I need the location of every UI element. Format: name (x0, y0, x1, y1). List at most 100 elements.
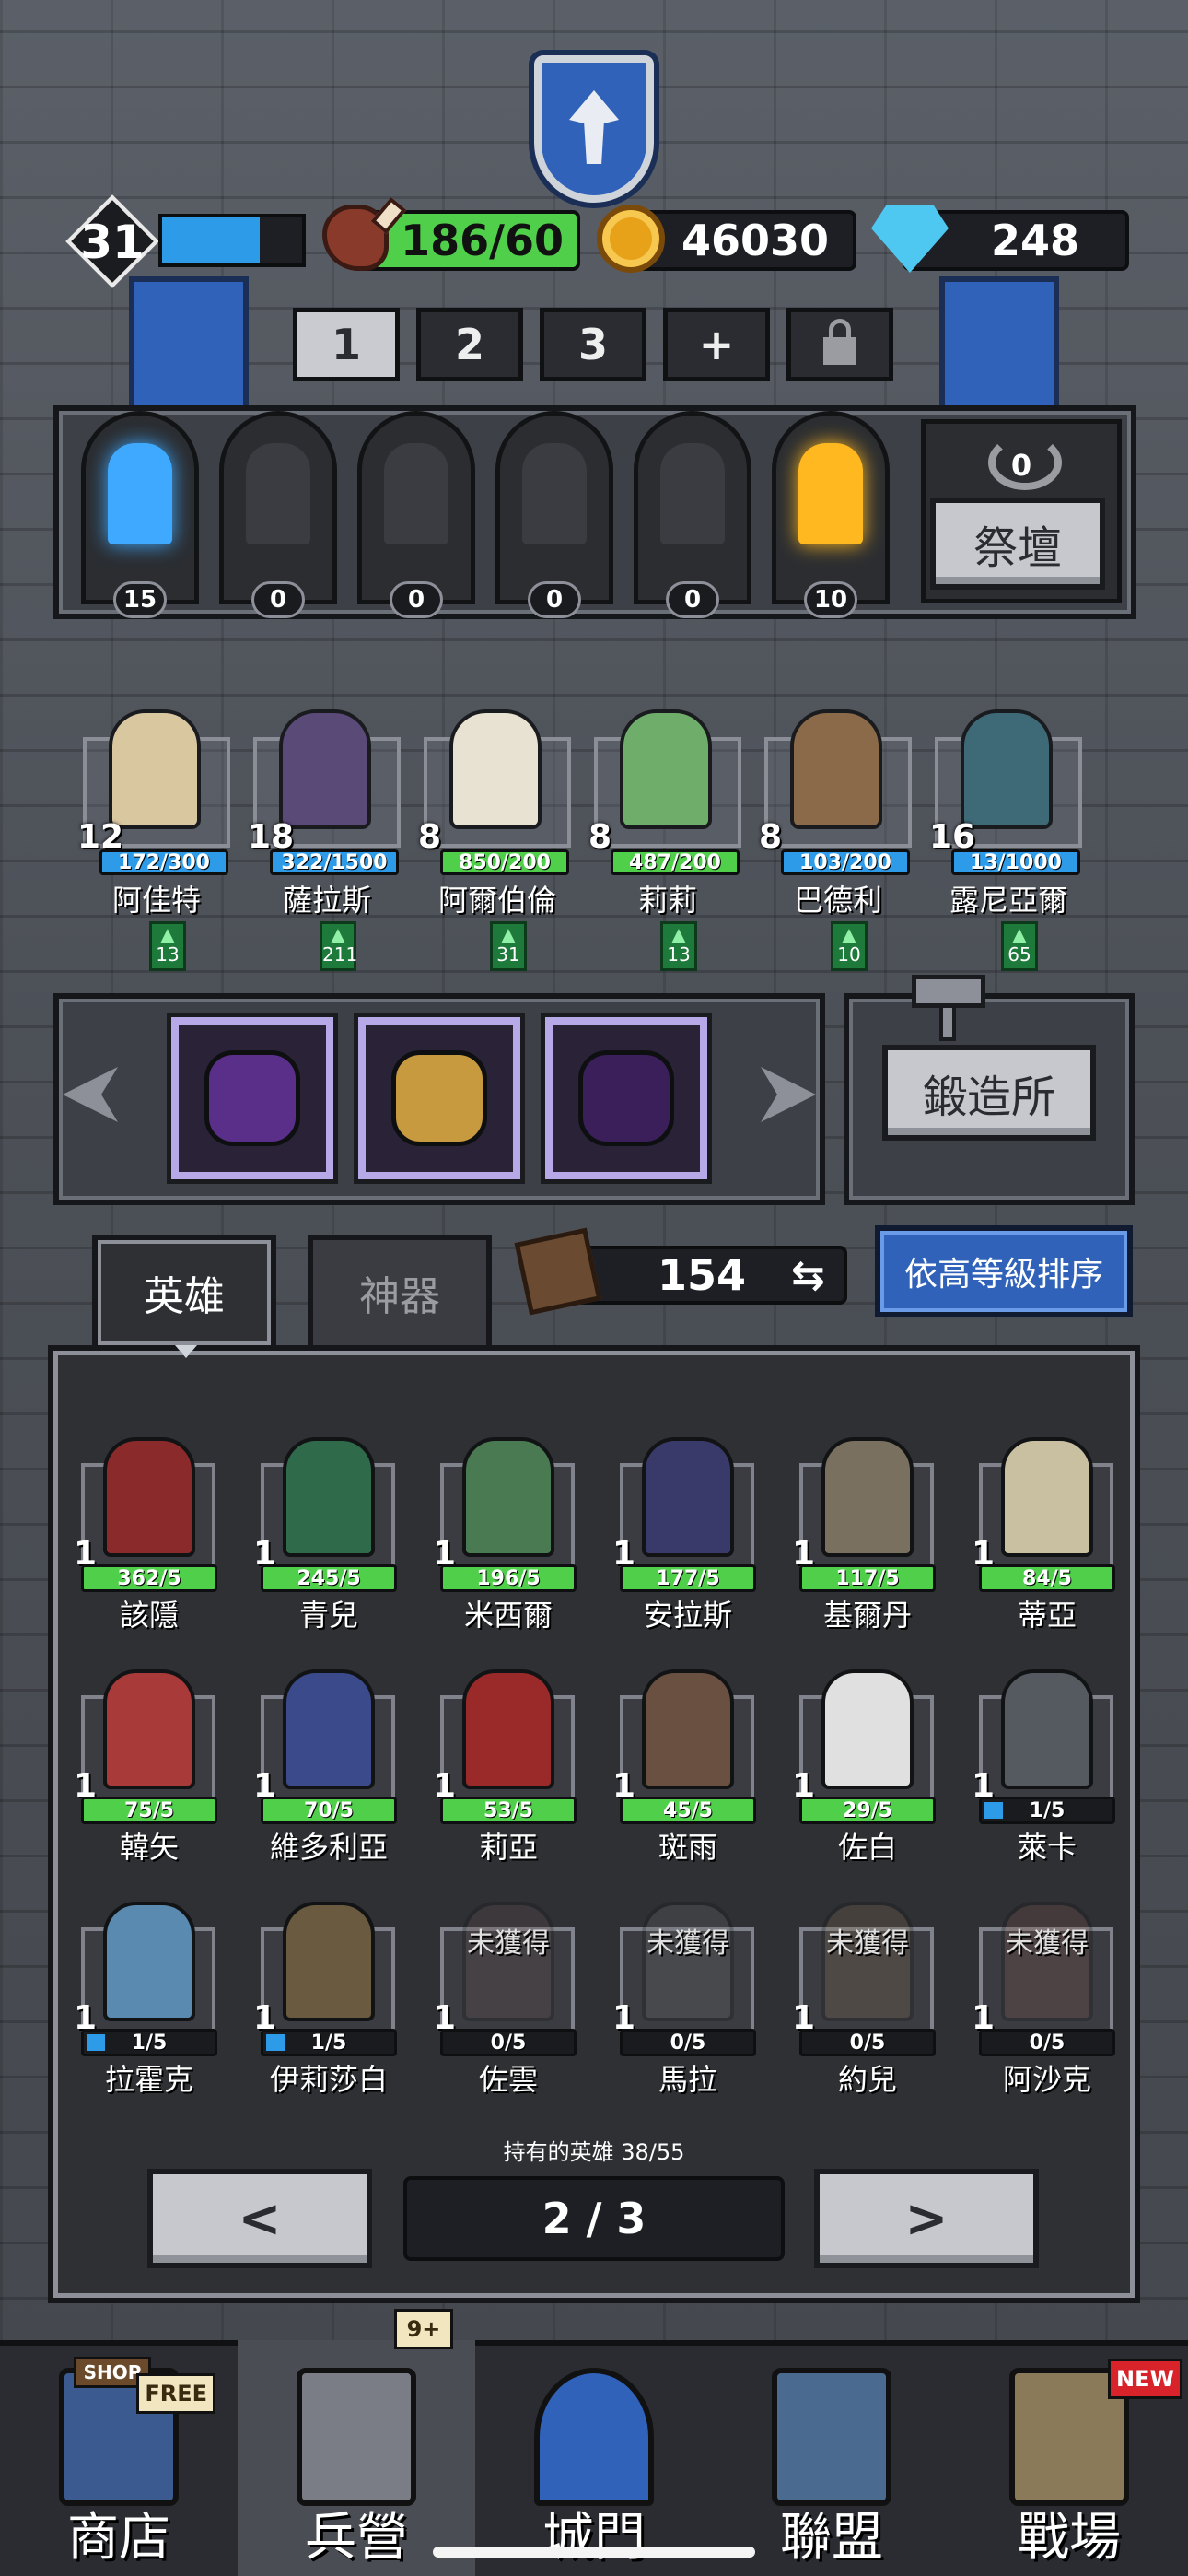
artifact-slot-2[interactable] (358, 1017, 520, 1179)
hero-sprite-icon (790, 709, 882, 829)
altar-count: 0 (1010, 448, 1032, 483)
hero-level: 8 (759, 818, 783, 856)
hero-name: 萊卡 (1017, 1830, 1077, 1865)
hero-card[interactable]: 未獲得 1 0/5 約兒 (785, 1883, 950, 2097)
hero-shard-bar: 196/5 (440, 1564, 577, 1592)
nav-shop[interactable]: SHOP FREE 商店 (0, 2340, 238, 2576)
next-page-button[interactable]: > (814, 2169, 1039, 2268)
hero-portrait-icon (103, 1437, 195, 1557)
loadout-tab-3[interactable]: 3 (540, 308, 646, 381)
hero-level: 8 (588, 818, 612, 856)
party-hero-slot[interactable]: 8 (585, 709, 751, 857)
hero-card[interactable]: 1 117/5 基爾丹 (785, 1419, 950, 1633)
hero-card[interactable]: 1 177/5 安拉斯 (605, 1419, 771, 1633)
forge-button[interactable]: 鍛造所 (882, 1045, 1096, 1141)
hero-shard-bar: 29/5 (799, 1797, 936, 1824)
hero-card[interactable]: 未獲得 1 0/5 阿沙克 (964, 1883, 1130, 2097)
hero-card[interactable]: 1 84/5 蒂亞 (964, 1419, 1130, 1633)
statue-slot-2[interactable]: 0 (219, 411, 337, 618)
hero-card[interactable]: 1 1/5 拉霍克 (66, 1883, 232, 2097)
party-hero-slot[interactable]: 8 (755, 709, 921, 857)
hero-card[interactable]: 未獲得 1 0/5 馬拉 (605, 1883, 771, 2097)
upgrade-arrow-icon[interactable]: ▲ 13 (660, 921, 697, 971)
hero-name: 斑雨 (658, 1830, 717, 1865)
artifact-slot-3[interactable] (545, 1017, 707, 1179)
hero-name: 拉霍克 (104, 2062, 193, 2097)
tab-artifacts[interactable]: 神器 (308, 1235, 492, 1345)
upgrade-arrow-icon[interactable]: ▲ 65 (1001, 921, 1038, 971)
hero-card[interactable]: 未獲得 1 0/5 佐雲 (425, 1883, 591, 2097)
statue-slot-1[interactable]: 15 (81, 411, 199, 618)
hero-sprite-icon (449, 709, 542, 829)
hero-card[interactable]: 1 196/5 米西爾 (425, 1419, 591, 1633)
upgrade-arrow-icon[interactable]: ▲ 10 (831, 921, 868, 971)
hero-shard-bar: 362/5 (81, 1564, 217, 1592)
prev-page-button[interactable]: < (147, 2169, 372, 2268)
hero-card[interactable]: 1 53/5 莉亞 (425, 1651, 591, 1865)
scroll-book-icon (514, 1227, 602, 1316)
player-level-badge[interactable]: 31 (57, 194, 168, 288)
hero-portrait-icon (283, 1437, 375, 1557)
not-obtained-label: 未獲得 (1006, 1927, 1089, 1960)
statue-count: 15 (113, 581, 167, 618)
loadout-add-button[interactable]: + (663, 308, 770, 381)
hero-card[interactable]: 1 245/5 青兒 (246, 1419, 412, 1633)
hero-portrait-icon (821, 1437, 914, 1557)
shard-progress-fill (87, 2034, 105, 2051)
xp-bar-fill (162, 217, 261, 263)
statue-figure-icon (246, 443, 310, 544)
statue-figure-icon (798, 443, 863, 544)
hero-name: 阿爾伯倫 (437, 883, 556, 918)
party-hero-slot[interactable]: 16 (926, 709, 1091, 857)
upgrade-arrow-icon[interactable]: ▲ 13 (149, 921, 186, 971)
hero-shard-bar: 0/5 (799, 2029, 936, 2056)
hero-sprite-icon (109, 709, 201, 829)
loadout-tab-1[interactable]: 1 (293, 308, 400, 381)
party-hero-slot[interactable]: 8 (414, 709, 580, 857)
statue-slot-6[interactable]: 10 (772, 411, 890, 618)
hero-card[interactable]: 1 362/5 該隱 (66, 1419, 232, 1633)
statue-slot-5[interactable]: 0 (634, 411, 751, 618)
tab-artifacts-label: 神器 (359, 1273, 440, 1320)
altar-button[interactable]: 祭壇 (930, 498, 1105, 590)
nav-castle-gate[interactable]: 城門 (475, 2340, 713, 2576)
gem-value: 248 (990, 216, 1079, 265)
hero-card[interactable]: 1 70/5 維多利亞 (246, 1651, 412, 1865)
upgrade-arrow-icon[interactable]: ▲ 211 (320, 921, 357, 971)
party-hero-slot[interactable]: 18 (244, 709, 410, 857)
nav-alliance[interactable]: 聯盟 (713, 2340, 950, 2576)
hero-name: 佐白 (837, 1830, 897, 1865)
hero-portrait-icon (283, 1902, 375, 2021)
party-hero-slot[interactable]: 12 (74, 709, 239, 857)
nav-label: 兵營 (305, 2508, 408, 2568)
sort-button[interactable]: 依高等級排序 (875, 1225, 1133, 1317)
hero-card[interactable]: 1 29/5 佐白 (785, 1651, 950, 1865)
hero-shard-bar: 177/5 (620, 1564, 756, 1592)
alliance-hall-icon (772, 2368, 891, 2506)
hero-name: 馬拉 (658, 2062, 717, 2097)
hammer-icon (912, 975, 985, 1008)
tab-heroes[interactable]: 英雄 (92, 1235, 276, 1345)
hero-shard-bar: 117/5 (799, 1564, 936, 1592)
hero-xp-bar: 13/1000 (951, 849, 1080, 875)
nav-barracks[interactable]: 9+ 兵營 (238, 2309, 475, 2576)
hero-power: 10 (837, 943, 861, 966)
hero-name: 阿沙克 (1002, 2062, 1091, 2097)
hero-sprite-icon (961, 709, 1053, 829)
hero-card[interactable]: 1 75/5 韓矢 (66, 1651, 232, 1865)
nav-label: 商店 (67, 2508, 170, 2568)
hero-card[interactable]: 1 45/5 斑雨 (605, 1651, 771, 1865)
hero-name: 安拉斯 (643, 1598, 732, 1633)
upgrade-arrow-icon[interactable]: ▲ 31 (490, 921, 527, 971)
loadout-locked-button[interactable] (786, 308, 893, 381)
statue-slot-4[interactable]: 0 (495, 411, 613, 618)
nav-battlefield[interactable]: NEW 戰場 (950, 2340, 1188, 2576)
nav-label: 戰場 (1018, 2508, 1121, 2568)
hero-card[interactable]: 1 1/5 伊莉莎白 (246, 1883, 412, 2097)
hero-portrait-icon (642, 1437, 734, 1557)
artifact-slot-1[interactable] (171, 1017, 333, 1179)
eagle-icon (569, 90, 619, 164)
loadout-tab-2[interactable]: 2 (416, 308, 523, 381)
statue-slot-3[interactable]: 0 (357, 411, 475, 618)
hero-card[interactable]: 1 1/5 萊卡 (964, 1651, 1130, 1865)
